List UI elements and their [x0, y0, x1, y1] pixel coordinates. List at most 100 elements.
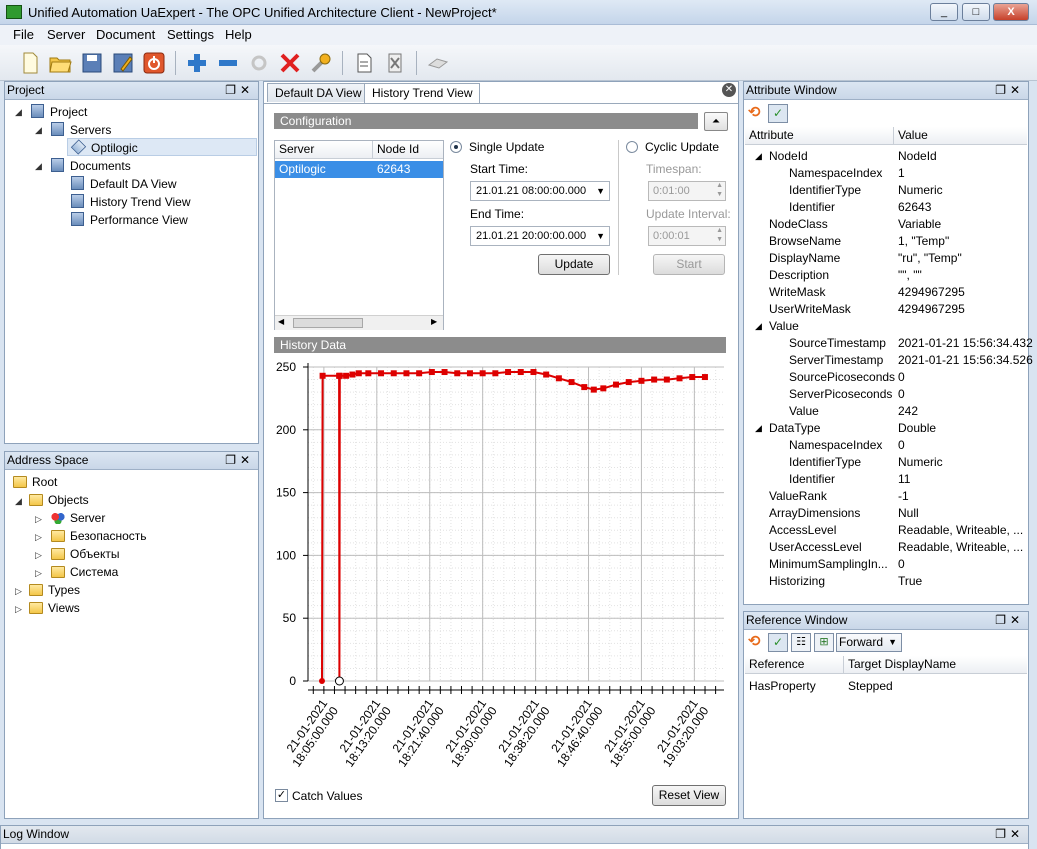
start-button[interactable]: Start: [653, 254, 725, 275]
checkmark-icon[interactable]: ✓: [768, 104, 788, 123]
direction-select[interactable]: Forward ▼: [836, 633, 902, 652]
panel-float-close-icons[interactable]: ❐✕: [995, 612, 1024, 629]
tree-item-documents[interactable]: Documents: [51, 158, 131, 173]
collapse-arrow-icon[interactable]: ▷: [15, 586, 22, 597]
attribute-row[interactable]: WriteMask 4294967295: [745, 284, 1027, 301]
exit-icon[interactable]: [142, 51, 166, 75]
menu-help[interactable]: Help: [225, 27, 252, 42]
history-trend-chart[interactable]: 05010015020025021-01-202118:05:00.00021-…: [264, 354, 738, 776]
attribute-row[interactable]: Historizing True: [745, 573, 1027, 590]
collapse-arrow-icon[interactable]: ▷: [35, 550, 42, 561]
attribute-row[interactable]: AccessLevel Readable, Writeable, ...: [745, 522, 1027, 539]
attribute-row[interactable]: MinimumSamplingIn... 0: [745, 556, 1027, 573]
new-document-icon[interactable]: [18, 51, 42, 75]
tree-item-views[interactable]: Views: [29, 601, 80, 615]
attribute-row[interactable]: IdentifierType Numeric: [745, 454, 1027, 471]
collapse-arrow-icon[interactable]: ▷: [35, 532, 42, 543]
menu-document[interactable]: Document: [96, 27, 155, 42]
remove-server-icon[interactable]: [216, 51, 240, 75]
expand-arrow-icon[interactable]: ◢: [15, 107, 22, 118]
attribute-row[interactable]: Description "", "": [745, 267, 1027, 284]
attribute-row[interactable]: SourcePicoseconds 0: [745, 369, 1027, 386]
panel-float-close-icons[interactable]: ❐✕: [225, 82, 254, 99]
attribute-row[interactable]: IdentifierType Numeric: [745, 182, 1027, 199]
expand-arrow-icon[interactable]: ◢: [755, 420, 762, 437]
cyclic-update-radio[interactable]: [626, 141, 638, 153]
node-tree-icon[interactable]: ⊞: [814, 633, 834, 652]
close-button[interactable]: X: [993, 3, 1029, 21]
reference-type-cell[interactable]: HasProperty: [749, 679, 816, 693]
attribute-row[interactable]: UserAccessLevel Readable, Writeable, ...: [745, 539, 1027, 556]
single-update-radio[interactable]: [450, 141, 462, 153]
update-interval-spinner[interactable]: 0:00:01 ▲ ▼: [648, 226, 726, 246]
attribute-row[interactable]: Value 242: [745, 403, 1027, 420]
refresh-icon[interactable]: ⟲: [748, 634, 764, 650]
expand-arrow-icon[interactable]: ◢: [755, 318, 762, 335]
timespan-spinner[interactable]: 0:01:00 ▲ ▼: [648, 181, 726, 201]
hierarchy-icon[interactable]: ☷: [791, 633, 811, 652]
tree-item-system[interactable]: Система: [51, 565, 118, 579]
connect-icon[interactable]: [247, 51, 271, 75]
attribute-row[interactable]: ◢ NodeId NodeId: [745, 148, 1027, 165]
tree-item-security[interactable]: Безопасность: [51, 529, 147, 543]
checkmark-icon[interactable]: ✓: [768, 633, 788, 652]
open-folder-icon[interactable]: [48, 51, 72, 75]
update-button[interactable]: Update: [538, 254, 610, 275]
start-time-select[interactable]: 21.01.21 08:00:00.000 ▼: [470, 181, 610, 201]
tab-default-da-view[interactable]: Default DA View: [267, 83, 370, 102]
eraser-icon[interactable]: [426, 51, 450, 75]
attribute-row[interactable]: NamespaceIndex 0: [745, 437, 1027, 454]
catch-values-checkbox[interactable]: ✓: [275, 789, 288, 802]
attribute-row[interactable]: BrowseName 1, "Temp": [745, 233, 1027, 250]
reset-view-button[interactable]: Reset View: [652, 785, 726, 806]
attribute-row[interactable]: Identifier 11: [745, 471, 1027, 488]
collapse-arrow-icon[interactable]: ▷: [15, 604, 22, 615]
tree-item-optilogic[interactable]: Optilogic: [67, 138, 257, 156]
attribute-row[interactable]: UserWriteMask 4294967295: [745, 301, 1027, 318]
save-icon[interactable]: [80, 51, 104, 75]
tree-item-servers[interactable]: Servers: [51, 122, 111, 137]
collapse-arrow-icon[interactable]: ▷: [35, 514, 42, 525]
tree-item-types[interactable]: Types: [29, 583, 80, 597]
attribute-row[interactable]: DisplayName "ru", "Temp": [745, 250, 1027, 267]
attribute-row[interactable]: ServerTimestamp 2021-01-21 15:56:34.526: [745, 352, 1033, 369]
settings-wrench-icon[interactable]: [309, 51, 333, 75]
attribute-row[interactable]: SourceTimestamp 2021-01-21 15:56:34.432: [745, 335, 1033, 352]
expand-arrow-icon[interactable]: ◢: [35, 161, 42, 172]
reference-target-cell[interactable]: Stepped: [848, 679, 893, 693]
collapse-configuration-button[interactable]: ⏶: [704, 112, 728, 131]
close-tab-icon[interactable]: ✕: [722, 83, 736, 97]
table-row[interactable]: Optilogic 62643: [275, 161, 443, 178]
attribute-row[interactable]: ServerPicoseconds 0: [745, 386, 1027, 403]
attribute-row[interactable]: Identifier 62643: [745, 199, 1027, 216]
maximize-button[interactable]: □: [962, 3, 990, 21]
expand-arrow-icon[interactable]: ◢: [15, 496, 22, 507]
disconnect-icon[interactable]: [278, 51, 302, 75]
panel-float-close-icons[interactable]: ❐✕: [995, 82, 1024, 99]
tab-history-trend-view[interactable]: History Trend View: [364, 83, 481, 103]
attribute-row[interactable]: ◢ DataType Double: [745, 420, 1027, 437]
expand-arrow-icon[interactable]: ◢: [35, 125, 42, 136]
refresh-icon[interactable]: ⟲: [748, 105, 764, 121]
attribute-row[interactable]: ValueRank -1: [745, 488, 1027, 505]
menu-server[interactable]: Server: [47, 27, 85, 42]
attribute-row[interactable]: ArrayDimensions Null: [745, 505, 1027, 522]
collapse-arrow-icon[interactable]: ▷: [35, 568, 42, 579]
tree-item-project[interactable]: Project: [31, 104, 87, 119]
attribute-row[interactable]: ◢ Value: [745, 318, 1027, 335]
tree-item-server[interactable]: Server: [51, 511, 105, 525]
attribute-row[interactable]: NamespaceIndex 1: [745, 165, 1027, 182]
save-as-icon[interactable]: [111, 51, 135, 75]
attribute-row[interactable]: NodeClass Variable: [745, 216, 1027, 233]
expand-arrow-icon[interactable]: ◢: [755, 148, 762, 165]
end-time-select[interactable]: 21.01.21 20:00:00.000 ▼: [470, 226, 610, 246]
close-document-icon[interactable]: [383, 51, 407, 75]
panel-float-close-icons[interactable]: ❐✕: [995, 826, 1024, 843]
horizontal-scrollbar[interactable]: ◀ ▶: [275, 315, 443, 330]
tree-item-history-trend-view[interactable]: History Trend View: [71, 194, 190, 209]
add-server-icon[interactable]: [185, 51, 209, 75]
tree-item-default-da-view[interactable]: Default DA View: [71, 176, 177, 191]
menu-file[interactable]: File: [13, 27, 34, 42]
panel-float-close-icons[interactable]: ❐✕: [225, 452, 254, 469]
tree-item-root[interactable]: Root: [13, 475, 57, 489]
